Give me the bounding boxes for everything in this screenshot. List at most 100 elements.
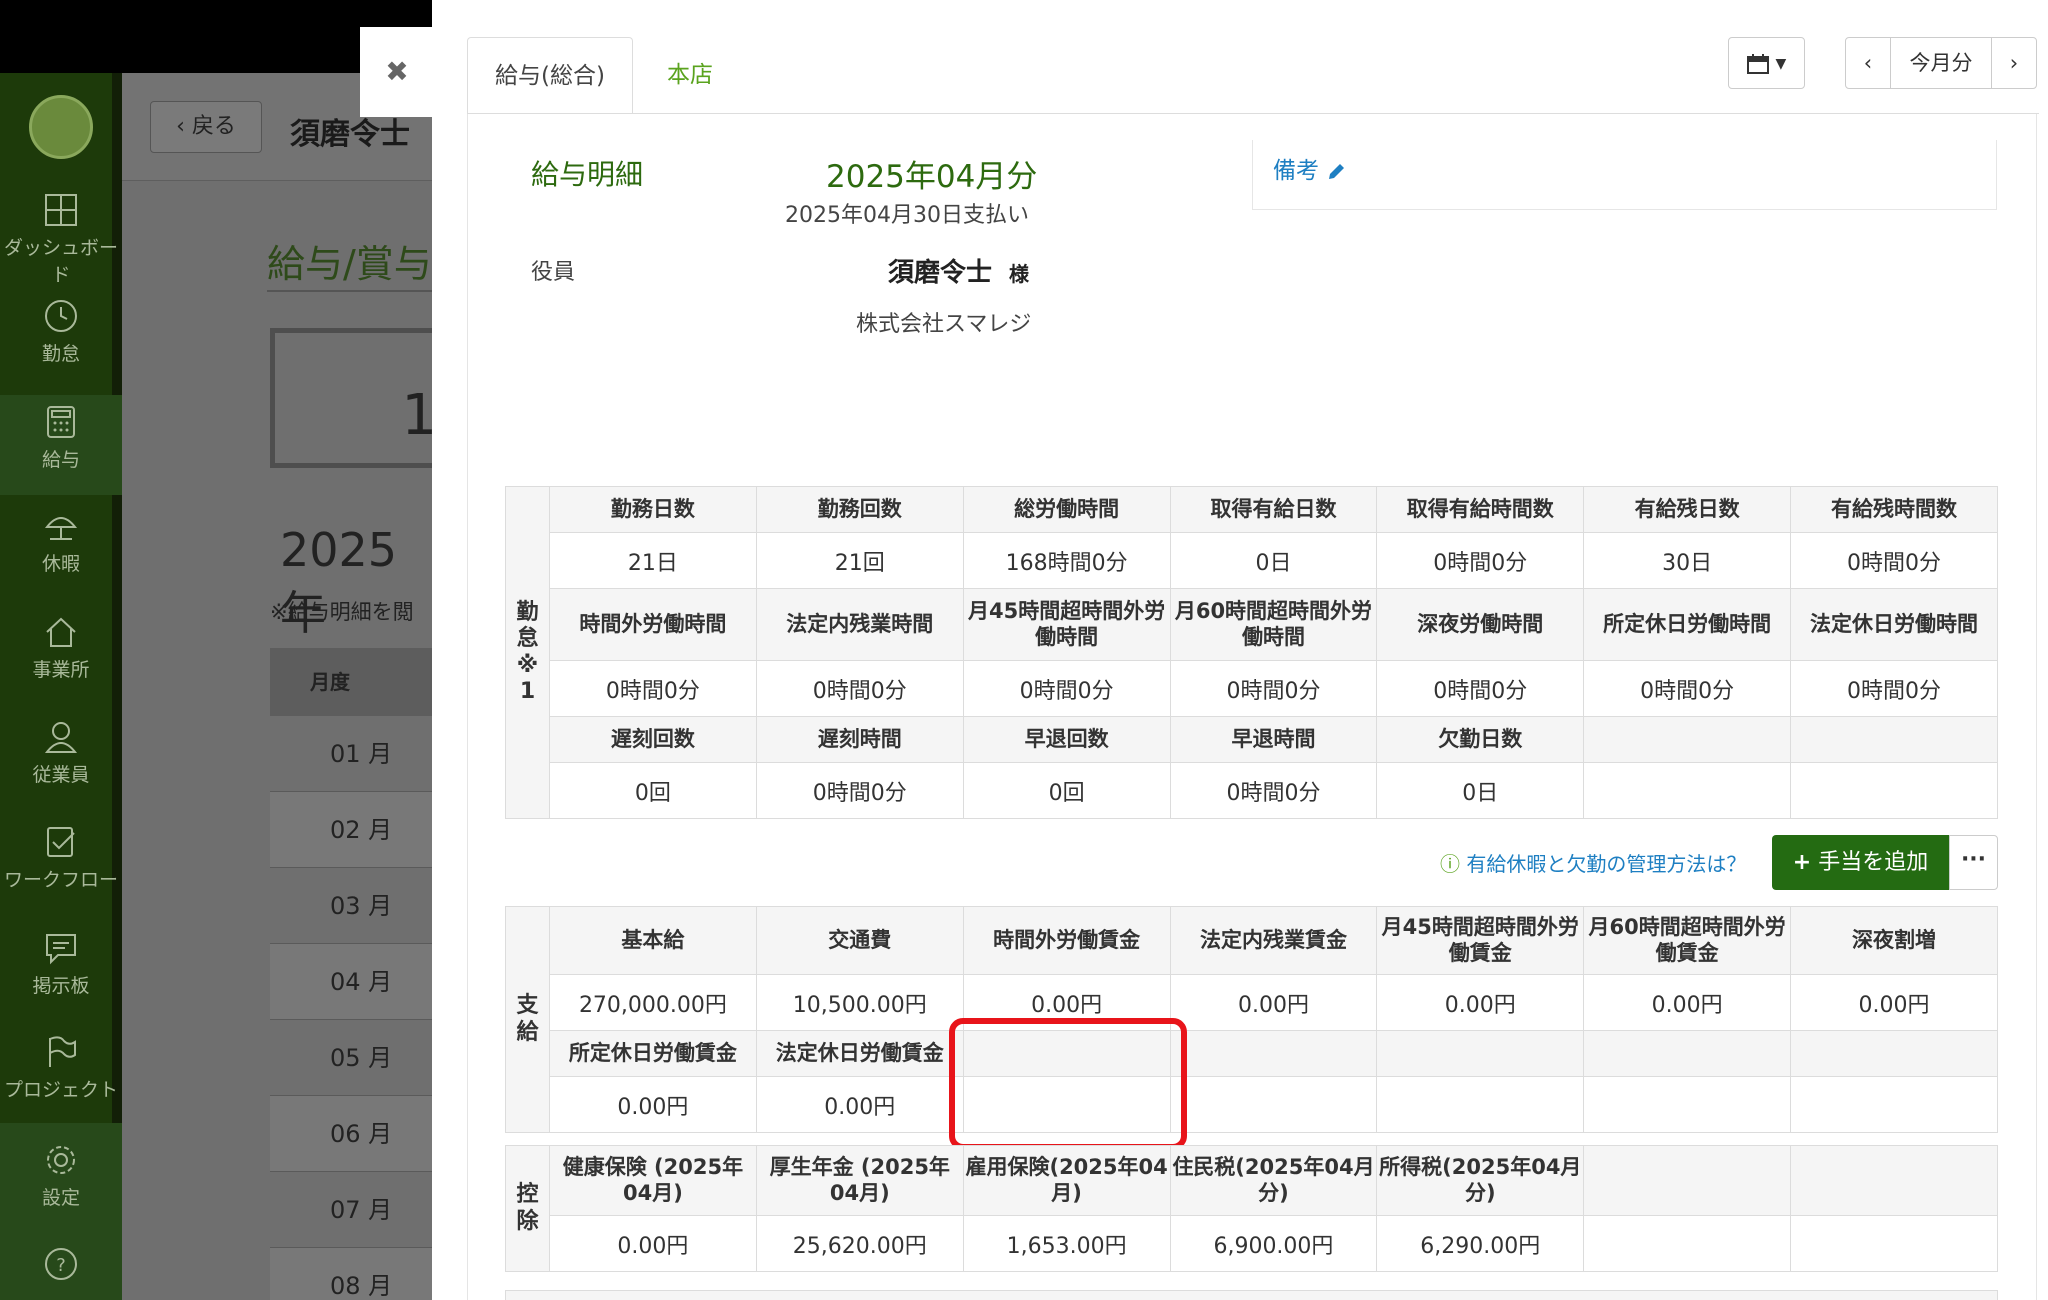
table-header-cell <box>1583 716 1792 763</box>
tab-store[interactable]: 本店 <box>640 37 740 114</box>
payments-side-label: 支給 <box>505 906 550 1133</box>
next-month-button[interactable]: › <box>1991 37 2037 89</box>
remarks-edit-link[interactable]: 備考 <box>1273 151 1346 185</box>
add-allowance-button[interactable]: + 手当を追加 <box>1772 835 1949 890</box>
sidebar-item-label: 勤怠 <box>41 343 80 365</box>
message-icon <box>46 934 76 965</box>
table-header-cell <box>1583 1145 1792 1216</box>
summary-card: 1 <box>270 328 432 468</box>
table-cell: 0時間0分 <box>755 660 964 717</box>
table-row: 0.00円 0.00円 <box>506 1076 1998 1133</box>
chevron-left-icon: ‹ <box>1863 51 1873 75</box>
table-cell: 0.00円 <box>1790 974 1998 1031</box>
table-header-cell: 月45時間超時間外労働時間 <box>962 588 1171 661</box>
content-border-left <box>467 114 468 1300</box>
table-header-cell: 深夜労働時間 <box>1376 588 1585 661</box>
sidebar-item-project[interactable]: プロジェクト <box>0 1035 122 1135</box>
tab-divider <box>467 113 2039 114</box>
sidebar-item-board[interactable]: 掲示板 <box>0 931 122 1031</box>
table-header-cell: 取得有給日数 <box>1169 486 1378 533</box>
calendar-dropdown[interactable]: ▼ <box>1728 37 1805 89</box>
table-cell: 168時間0分 <box>962 532 1171 589</box>
sidebar-item-settings[interactable]: 設定 <box>0 1123 122 1233</box>
month-row[interactable]: 05 月 <box>270 1020 432 1096</box>
table-cell: 0時間0分 <box>1790 660 1998 717</box>
table-header-cell <box>1169 1030 1378 1077</box>
help-button[interactable]: ? <box>0 1233 122 1300</box>
deductions-side-label: 控除 <box>505 1145 550 1272</box>
table-cell: 0時間0分 <box>1169 660 1378 717</box>
table-cell <box>1376 1076 1585 1133</box>
more-options-button[interactable]: ··· <box>1949 835 1998 890</box>
month-row[interactable]: 08 月 <box>270 1248 432 1300</box>
honorific: 様 <box>1009 262 1029 286</box>
divider <box>267 290 432 292</box>
table-header-cell: 厚生年金 (2025年04月) <box>755 1145 964 1216</box>
sidebar-item-employees[interactable]: 従業員 <box>0 720 122 820</box>
table-cell: 0.00円 <box>549 1076 757 1133</box>
table-row: 時間外労働時間 法定内残業時間 月45時間超時間外労働時間 月60時間超時間外労… <box>506 588 1998 661</box>
close-button[interactable]: ✖ <box>360 27 434 117</box>
chevron-right-icon: › <box>2009 51 2019 75</box>
table-row: 控除 健康保険 (2025年04月) 厚生年金 (2025年04月) 雇用保険(… <box>505 1145 1998 1272</box>
sidebar-item-attendance[interactable]: 勤怠 <box>0 299 122 399</box>
table-header-cell <box>1790 1030 1998 1077</box>
table-cell <box>1790 762 1998 819</box>
avatar[interactable] <box>29 95 93 159</box>
table-cell: 10,500.00円 <box>755 974 964 1031</box>
table-row: 所定休日労働賃金 法定休日労働賃金 <box>506 1030 1998 1077</box>
table-header-cell: 交通費 <box>755 906 964 975</box>
sidebar-item-leave[interactable]: 休暇 <box>0 509 122 609</box>
table-cell <box>1583 762 1792 819</box>
month-row[interactable]: 06 月 <box>270 1096 432 1172</box>
table-cell: 0時間0分 <box>755 762 964 819</box>
month-row[interactable]: 02 月 <box>270 792 432 868</box>
table-row: 270,000.00円 10,500.00円 0.00円 0.00円 0.00円… <box>506 974 1998 1031</box>
table-cell: 1,653.00円 <box>962 1215 1171 1272</box>
table-header-cell: 勤務回数 <box>755 486 964 533</box>
table-cell: 21日 <box>549 532 757 589</box>
month-row[interactable]: 07 月 <box>270 1172 432 1248</box>
leave-help-link[interactable]: ⓘ 有給休暇と欠勤の管理方法は？ <box>1440 848 1746 877</box>
table-cell <box>1583 1215 1792 1272</box>
month-row[interactable]: 01 月 <box>270 716 432 792</box>
prev-month-button[interactable]: ‹ <box>1845 37 1891 89</box>
table-cell <box>1583 1076 1792 1133</box>
pay-date: 2025年04月30日支払い <box>785 203 1029 228</box>
table-cell: 0時間0分 <box>549 660 757 717</box>
help-circle-icon: ⓘ <box>1440 852 1460 876</box>
remarks-box <box>1252 140 1997 210</box>
flag-icon <box>49 1036 76 1067</box>
sidebar-item-workflow[interactable]: ワークフロー <box>0 825 122 925</box>
table-header-cell: 取得有給時間数 <box>1376 486 1585 533</box>
back-button[interactable]: ‹ 戻る <box>150 101 262 153</box>
dashboard-icon <box>45 194 77 226</box>
table-cell: 25,620.00円 <box>755 1215 964 1272</box>
ellipsis-icon: ··· <box>1960 847 1987 872</box>
table-header-cell: 月45時間超時間外労働賃金 <box>1376 906 1585 975</box>
month-row[interactable]: 03 月 <box>270 868 432 944</box>
table-header-cell: 時間外労働時間 <box>549 588 757 661</box>
sidebar-item-payroll[interactable]: 給与 <box>0 395 122 495</box>
table-cell: 0時間0分 <box>962 660 1171 717</box>
user-icon <box>44 722 78 753</box>
table-header-cell: 総労働時間 <box>962 486 1171 533</box>
table-row: 0.00円 25,620.00円 1,653.00円 6,900.00円 6,2… <box>506 1215 1998 1272</box>
sidebar-item-label: 休暇 <box>41 553 80 575</box>
table-header-cell <box>1583 1030 1792 1077</box>
table-header-cell: 遅刻時間 <box>755 716 964 763</box>
table-cell <box>1169 1076 1378 1133</box>
pay-period: 2025年04月分 <box>826 159 1038 195</box>
table-header-cell: 健康保険 (2025年04月) <box>549 1145 757 1216</box>
sidebar-item-office[interactable]: 事業所 <box>0 615 122 715</box>
table-header-cell: 所定休日労働賃金 <box>549 1030 757 1077</box>
table-cell: 0時間0分 <box>1790 532 1998 589</box>
sidebar-item-dashboard[interactable]: ダッシュボード <box>0 193 122 293</box>
tab-summary[interactable]: 給与(総合) <box>467 37 633 114</box>
current-month-button[interactable]: 今月分 <box>1890 37 1992 89</box>
month-row[interactable]: 04 月 <box>270 944 432 1020</box>
table-header-cell: 法定内残業賃金 <box>1169 906 1378 975</box>
table-row: 遅刻回数 遅刻時間 早退回数 早退時間 欠勤日数 <box>506 716 1998 763</box>
table-cell: 0.00円 <box>1376 974 1585 1031</box>
caret-down-icon: ▼ <box>1775 56 1787 72</box>
